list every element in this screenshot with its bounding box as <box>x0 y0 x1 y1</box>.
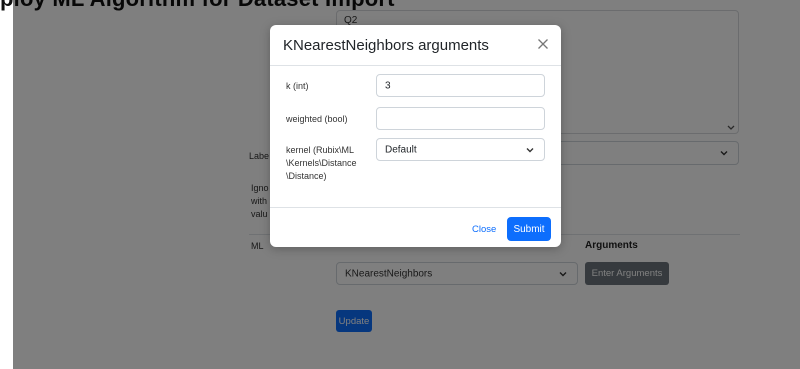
kernel-label-line: kernel (Rubix\ML <box>286 145 355 155</box>
close-icon[interactable] <box>537 38 549 50</box>
kernel-label-line: \Kernels\Distance <box>286 158 357 168</box>
field-label-kernel: kernel (Rubix\ML \Kernels\Distance \Dist… <box>286 144 357 183</box>
chevron-down-icon <box>526 147 534 152</box>
field-label-k: k (int) <box>286 81 309 91</box>
modal-header-divider <box>270 65 561 66</box>
app-viewport: ploy ML Algorithm for Dataset Import Q2 … <box>0 0 800 369</box>
arguments-modal: KNearestNeighbors arguments k (int) 3 we… <box>270 25 561 247</box>
modal-title: KNearestNeighbors arguments <box>283 37 489 54</box>
modal-close-button[interactable]: Close <box>472 224 496 235</box>
k-input[interactable]: 3 <box>376 74 545 97</box>
kernel-select-value: Default <box>385 144 417 155</box>
kernel-select[interactable]: Default <box>376 138 545 161</box>
modal-footer-divider <box>270 207 561 208</box>
modal-submit-button[interactable]: Submit <box>507 217 551 241</box>
kernel-label-line: \Distance) <box>286 171 327 181</box>
weighted-input[interactable] <box>376 107 545 130</box>
k-input-value: 3 <box>385 80 391 91</box>
field-label-weighted: weighted (bool) <box>286 114 348 124</box>
